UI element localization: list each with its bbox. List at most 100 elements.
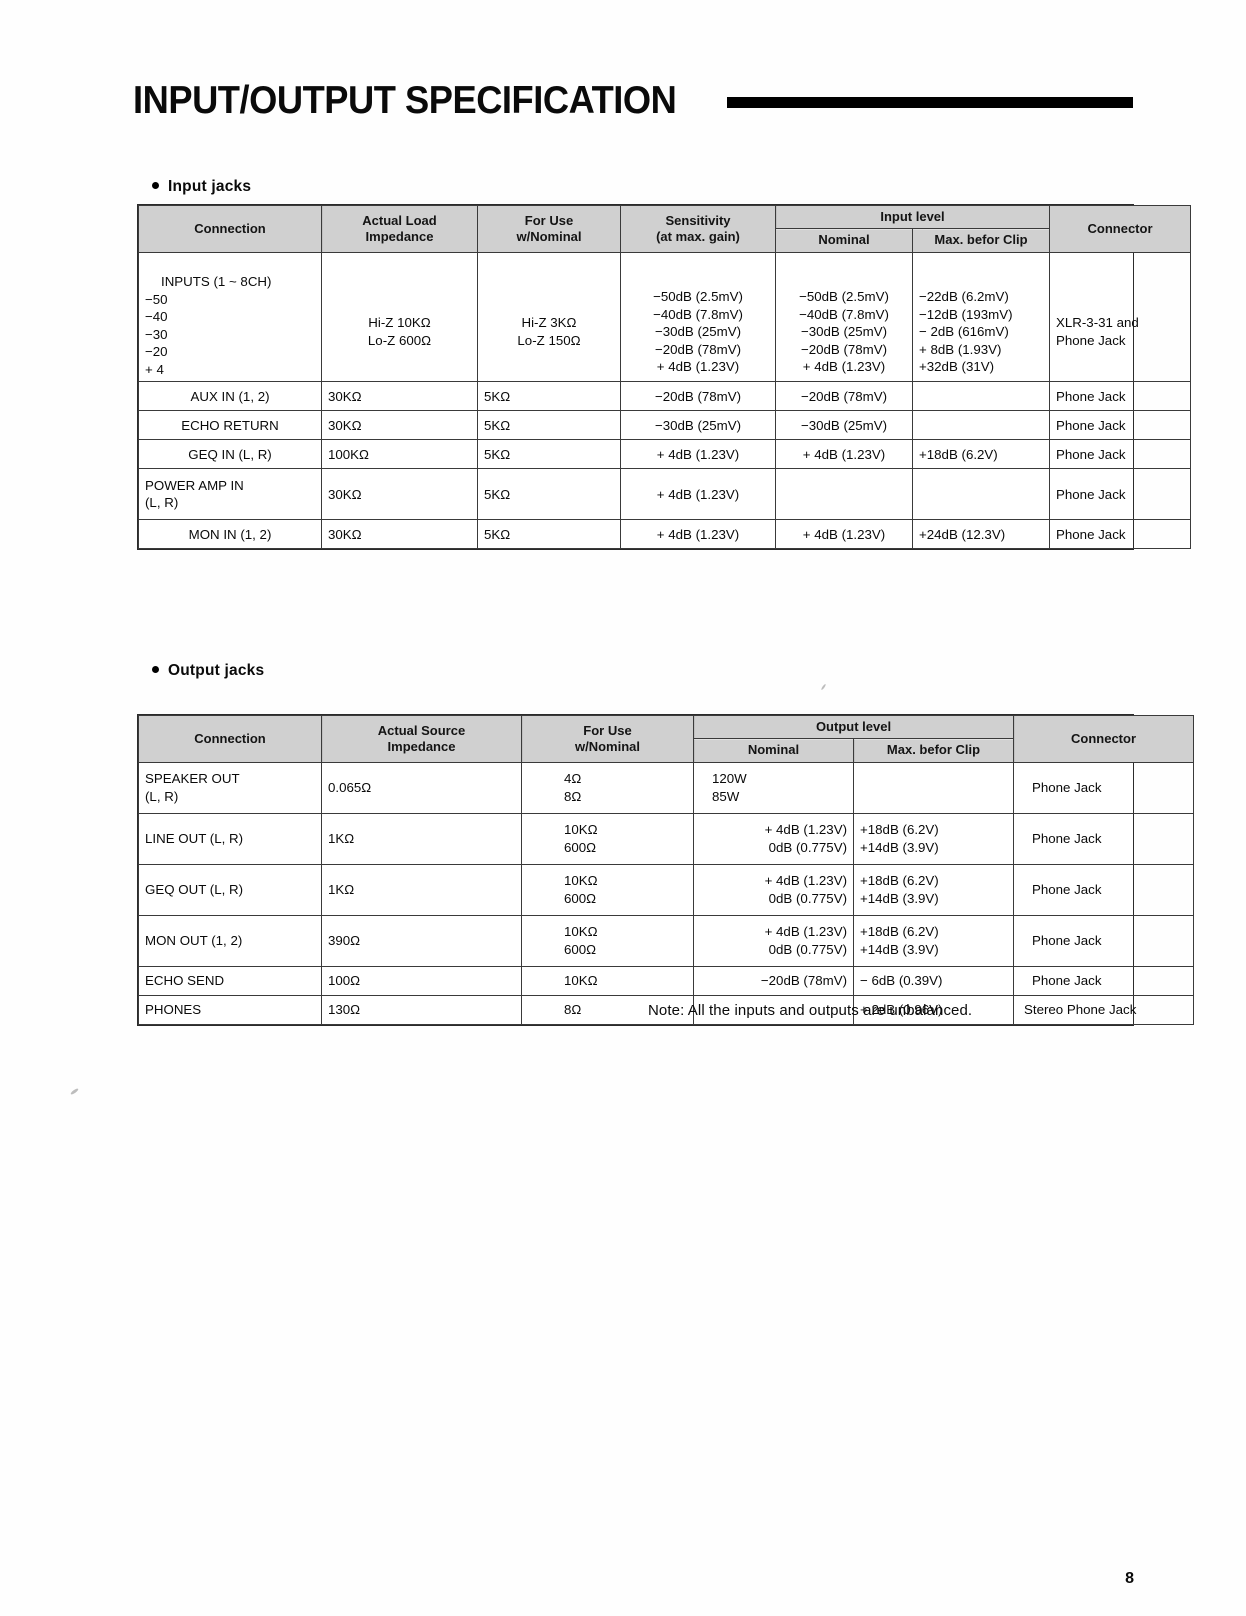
section-heading-input-jacks: Input jacks (152, 178, 251, 196)
cell-sensitivity: + 4dB (1.23V) (620, 439, 776, 470)
col-for-use: For Use w/Nominal (477, 205, 621, 253)
table-row: GEQ OUT (L, R) 1KΩ 10KΩ 600Ω + 4dB (1.23… (138, 863, 1194, 916)
cell-for-use: 4Ω 8Ω (521, 761, 694, 814)
cell-connector: Stereo Phone Jack (1013, 994, 1194, 1025)
cell-nominal: −50dB (2.5mV) −40dB (7.8mV) −30dB (25mV)… (775, 251, 913, 383)
col-sensitivity-line1: Sensitivity (665, 212, 731, 228)
cell-connection-levels: −50 −40 −30 −20 + 4 (145, 291, 168, 377)
title-rule (727, 96, 1133, 108)
section-heading-output-jacks: Output jacks (152, 662, 264, 680)
col-for-use-line2: w/Nominal (516, 228, 582, 244)
cell-connection: LINE OUT (L, R) (138, 812, 322, 865)
cell-impedance: 30KΩ (321, 468, 478, 521)
cell-for-use: 10KΩ 600Ω (521, 863, 694, 916)
cell-max-clip: −22dB (6.2mV) −12dB (193mV) − 2dB (616mV… (911, 251, 1051, 383)
table-header-row: Connection Actual Load Impedance For Use… (138, 204, 1192, 253)
table-header-row: Connection Actual Source Impedance For U… (138, 714, 1194, 763)
cell-connector: Phone Jack (1049, 381, 1192, 412)
cell-max-clip: +18dB (6.2V) +14dB (3.9V) (853, 812, 1014, 865)
table-row: ECHO RETURN 30KΩ 5KΩ −30dB (25mV) −30dB … (138, 410, 1192, 441)
cell-nominal: −20dB (78mV) (693, 965, 854, 996)
cell-max-clip (911, 381, 1051, 412)
col-for-use: For Use w/Nominal (521, 715, 694, 763)
bullet-icon (152, 182, 159, 189)
cell-impedance: Hi-Z 10KΩ Lo-Z 600Ω (321, 251, 478, 383)
col-for-use-line2: w/Nominal (574, 738, 640, 754)
cell-nominal: −30dB (25mV) (775, 410, 913, 441)
col-input-level-nominal: Nominal (775, 228, 913, 253)
cell-connector: Phone Jack (1013, 812, 1194, 865)
col-input-level-max: Max. befor Clip (911, 228, 1051, 253)
cell-for-use: 10KΩ 600Ω (521, 914, 694, 967)
col-actual-source-impedance-line2: Impedance (387, 738, 456, 754)
cell-impedance: 130Ω (321, 994, 522, 1025)
cell-impedance: 1KΩ (321, 863, 522, 916)
cell-nominal: + 4dB (1.23V) 0dB (0.775V) (693, 863, 854, 916)
cell-max-clip (911, 410, 1051, 441)
cell-for-use: 10KΩ (521, 965, 694, 996)
cell-connection: MON OUT (1, 2) (138, 914, 322, 967)
col-sensitivity-line2: (at max. gain) (656, 228, 740, 244)
cell-for-use: 5KΩ (477, 519, 621, 550)
cell-nominal: 120W 85W (693, 761, 854, 814)
cell-connection: GEQ OUT (L, R) (138, 863, 322, 916)
cell-max-clip: +18dB (6.2V) +14dB (3.9V) (853, 914, 1014, 967)
cell-connector: Phone Jack (1049, 439, 1192, 470)
cell-max-clip: +18dB (6.2V) (911, 439, 1051, 470)
cell-connection: INPUTS (1 ~ 8CH) −50 −40 −30 −20 + 4 (138, 251, 322, 383)
cell-connector: Phone Jack (1049, 468, 1192, 521)
col-connector: Connector (1049, 205, 1192, 253)
cell-connection: SPEAKER OUT (L, R) (138, 761, 322, 814)
note-text: Note: All the inputs and outputs are unb… (648, 1002, 973, 1019)
cell-connection: PHONES (138, 994, 322, 1025)
bullet-icon (152, 666, 159, 673)
col-output-level-nominal: Nominal (693, 738, 854, 763)
cell-nominal: + 4dB (1.23V) 0dB (0.775V) (693, 812, 854, 865)
cell-connection: GEQ IN (L, R) (138, 439, 322, 470)
cell-impedance: 100KΩ (321, 439, 478, 470)
cell-connector: Phone Jack (1013, 761, 1194, 814)
cell-connection: POWER AMP IN (L, R) (138, 468, 322, 521)
table-row: ECHO SEND 100Ω 10KΩ −20dB (78mV) − 6dB (… (138, 965, 1194, 996)
table-row: SPEAKER OUT (L, R) 0.065Ω 4Ω 8Ω 120W 85W… (138, 761, 1194, 814)
cell-for-use: 5KΩ (477, 468, 621, 521)
cell-sensitivity: + 4dB (1.23V) (620, 519, 776, 550)
cell-nominal: + 4dB (1.23V) 0dB (0.775V) (693, 914, 854, 967)
col-output-level-group: Output level (693, 714, 1014, 740)
page-title: INPUT/OUTPUT SPECIFICATION (133, 74, 1133, 126)
cell-max-clip: − 6dB (0.39V) (853, 965, 1014, 996)
col-for-use-line1: For Use (524, 212, 574, 228)
cell-impedance: 30KΩ (321, 519, 478, 550)
document-page: INPUT/OUTPUT SPECIFICATION Input jacks C… (0, 0, 1246, 1616)
col-output-level-max: Max. befor Clip (853, 738, 1014, 763)
cell-sensitivity: + 4dB (1.23V) (620, 468, 776, 521)
cell-connector: Phone Jack (1049, 410, 1192, 441)
cell-impedance: 1KΩ (321, 812, 522, 865)
cell-nominal (775, 468, 913, 521)
cell-max-clip: +18dB (6.2V) +14dB (3.9V) (853, 863, 1014, 916)
table-row: LINE OUT (L, R) 1KΩ 10KΩ 600Ω + 4dB (1.2… (138, 812, 1194, 865)
cell-sensitivity: −50dB (2.5mV) −40dB (7.8mV) −30dB (25mV)… (620, 251, 776, 383)
scan-speck (69, 1087, 80, 1096)
col-connection: Connection (138, 715, 322, 763)
section-heading-output-label: Output jacks (168, 662, 265, 679)
col-connection: Connection (138, 205, 322, 253)
page-number: 8 (1125, 1570, 1134, 1587)
cell-connection: AUX IN (1, 2) (138, 381, 322, 412)
table-row: POWER AMP IN (L, R) 30KΩ 5KΩ + 4dB (1.23… (138, 468, 1192, 521)
col-actual-source-impedance: Actual Source Impedance (321, 715, 522, 763)
scan-speck (820, 683, 827, 691)
cell-nominal: −20dB (78mV) (775, 381, 913, 412)
table-row: MON OUT (1, 2) 390Ω 10KΩ 600Ω + 4dB (1.2… (138, 914, 1194, 967)
cell-nominal: + 4dB (1.23V) (775, 439, 913, 470)
cell-nominal: + 4dB (1.23V) (775, 519, 913, 550)
cell-sensitivity: −30dB (25mV) (620, 410, 776, 441)
col-actual-source-impedance-line1: Actual Source (377, 722, 466, 738)
cell-connector: Phone Jack (1013, 914, 1194, 967)
cell-connection: MON IN (1, 2) (138, 519, 322, 550)
cell-for-use: 10KΩ 600Ω (521, 812, 694, 865)
table-row: INPUTS (1 ~ 8CH) −50 −40 −30 −20 + 4 Hi-… (138, 251, 1192, 383)
cell-for-use: 5KΩ (477, 381, 621, 412)
col-input-level-group: Input level (774, 204, 1051, 230)
col-connector: Connector (1013, 715, 1194, 763)
